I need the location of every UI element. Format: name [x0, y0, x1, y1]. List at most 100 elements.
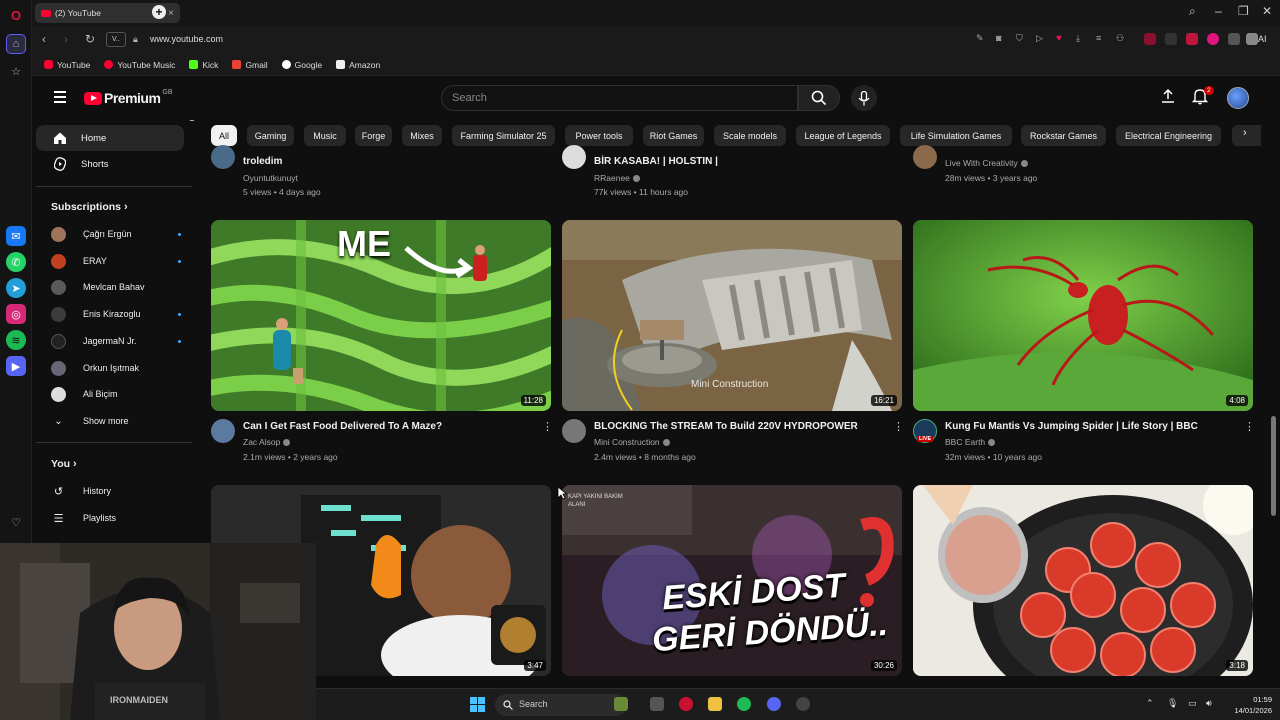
video-title[interactable]: Kung Fu Mantis Vs Jumping Spider | Life … [945, 421, 1198, 432]
chip[interactable]: Rockstar Games [1021, 125, 1106, 146]
scrollbar-thumb[interactable] [1271, 416, 1276, 516]
messenger-icon[interactable]: ✉ [6, 226, 26, 246]
task-view-icon[interactable] [650, 697, 664, 711]
volume-icon[interactable]: 🔊︎ [1206, 698, 1212, 709]
subscription-item[interactable]: Ali Biçim [51, 384, 181, 404]
new-tab-button[interactable]: + [152, 5, 166, 19]
show-more-button[interactable]: ⌄ Show more [51, 411, 181, 431]
chip[interactable]: Gaming [247, 125, 294, 146]
back-icon[interactable]: ‹ [42, 32, 46, 46]
star-icon[interactable]: ☆ [6, 61, 26, 81]
youtube-premium-logo[interactable]: Premium GB [84, 89, 173, 106]
subscription-item[interactable]: Çağrı Ergün [51, 224, 181, 244]
maximize-icon[interactable]: ❐ [1238, 4, 1249, 18]
extension-icon[interactable] [1228, 33, 1240, 45]
chip[interactable]: Electrical Engineering [1116, 125, 1221, 146]
heart-icon[interactable]: ♡ [6, 512, 26, 532]
you-heading[interactable]: You › [51, 458, 77, 470]
close-tab-icon[interactable]: × [168, 8, 174, 19]
video-thumbnail[interactable]: Mini Construction 16:21 [562, 220, 902, 411]
channel-avatar[interactable] [562, 145, 586, 169]
bookmark-google[interactable]: Google [281, 60, 322, 70]
download-icon[interactable]: ⤓ [1076, 33, 1088, 45]
channel-name[interactable]: BBC Earth [945, 437, 996, 447]
subscription-item[interactable]: Mevlcan Bahav [51, 277, 181, 297]
extension-icon[interactable] [1144, 33, 1156, 45]
chip[interactable]: Life Simulation Games [900, 125, 1012, 146]
chip[interactable]: Riot Games [643, 125, 704, 146]
chip-all[interactable]: All [211, 125, 237, 146]
chip[interactable]: Music [304, 125, 346, 146]
voice-search-button[interactable] [851, 85, 877, 111]
more-options-icon[interactable]: ⋮ [1244, 420, 1255, 433]
sidebar-item-playlists[interactable]: ☰ Playlists [51, 508, 181, 528]
video-thumbnail[interactable]: 4:08 [913, 220, 1253, 411]
telegram-icon[interactable]: ➤ [6, 278, 26, 298]
extension-icon[interactable] [1186, 33, 1198, 45]
discord-icon[interactable] [767, 697, 781, 711]
chip[interactable]: Scale models [714, 125, 786, 146]
video-title[interactable]: BLOCKING The STREAM To Build 220V HYDROP… [594, 421, 858, 432]
reload-icon[interactable]: ↻ [85, 32, 95, 46]
tray-chevron-up-icon[interactable]: ⌃ [1146, 698, 1154, 709]
file-explorer-icon[interactable] [708, 697, 722, 711]
search-input[interactable]: Search [441, 85, 798, 111]
extension-icon[interactable] [1207, 33, 1219, 45]
microphone-icon[interactable]: 🎙︎ [1167, 698, 1178, 709]
video-thumbnail[interactable]: KAPI YAKINI BAKIM ALANI ESKİ DOST GERİ D… [562, 485, 902, 676]
opera-gx-icon[interactable] [679, 697, 693, 711]
chip[interactable]: Power tools [565, 125, 633, 146]
page-scrollbar[interactable] [1271, 120, 1276, 688]
menu-icon[interactable] [54, 91, 66, 106]
video-title[interactable]: BİR KASABA! | HOLSTIN | [594, 156, 718, 167]
more-options-icon[interactable]: ⋮ [893, 420, 904, 433]
list-icon[interactable]: ≡ [1096, 33, 1108, 45]
channel-avatar[interactable] [211, 145, 235, 169]
lock-icon[interactable]: 🔒︎ [133, 34, 138, 45]
search-button[interactable] [798, 85, 840, 111]
bookmark-youtube[interactable]: YouTube [44, 60, 90, 70]
sidebar-item-history[interactable]: ↺ History [51, 481, 181, 501]
bookmark-amazon[interactable]: Amazon [336, 60, 380, 70]
taskbar-app-icon[interactable] [614, 697, 628, 711]
profile-icon[interactable]: ⚇ [1116, 33, 1128, 45]
channel-name[interactable]: Live With Creativity [945, 158, 1028, 168]
ai-button[interactable]: AI [1258, 34, 1267, 44]
video-title[interactable]: Can I Get Fast Food Delivered To A Maze? [243, 421, 442, 432]
sidebar-item-shorts[interactable]: Shorts [36, 151, 184, 177]
upload-icon[interactable] [1160, 88, 1176, 104]
subscriptions-heading[interactable]: Subscriptions › [51, 201, 128, 213]
search-tabs-icon[interactable]: ⌕ [1189, 4, 1196, 19]
video-title[interactable]: troledim [243, 156, 282, 167]
bookmark-kick[interactable]: Kick [189, 60, 218, 70]
home-icon[interactable]: ⌂ [6, 34, 26, 54]
taskbar-search[interactable]: Search [495, 694, 627, 716]
edit-icon[interactable]: ✎ [976, 33, 988, 45]
bookmark-gmail[interactable]: Gmail [232, 60, 268, 70]
subscription-item[interactable]: Orkun Işıtmak [51, 358, 181, 378]
player-icon[interactable]: ▶ [6, 356, 26, 376]
steam-icon[interactable] [796, 697, 810, 711]
account-avatar[interactable] [1227, 87, 1249, 109]
vpn-badge[interactable]: V.. [106, 32, 126, 47]
channel-name[interactable]: Oyuntutkunuyt [243, 173, 298, 183]
taskbar-clock[interactable]: 01:59 14/01/2026 [1234, 694, 1272, 716]
video-thumbnail[interactable]: 3:18 [913, 485, 1253, 676]
whatsapp-icon[interactable]: ✆ [6, 252, 26, 272]
close-window-icon[interactable]: ✕ [1262, 4, 1272, 18]
video-thumbnail[interactable]: ME 11:28 [211, 220, 551, 411]
camera-icon[interactable]: ◙ [996, 33, 1008, 45]
extension-icon[interactable] [1165, 33, 1177, 45]
sidebar-item-home[interactable]: Home [36, 125, 184, 151]
shield-icon[interactable]: ⛉ [1016, 33, 1028, 45]
url-field[interactable]: www.youtube.com [150, 34, 223, 44]
chip[interactable]: Forge [355, 125, 392, 146]
chevron-right-icon[interactable]: › [1243, 127, 1247, 139]
instagram-icon[interactable]: ◎ [6, 304, 26, 324]
subscription-item[interactable]: ERAY [51, 251, 181, 271]
heart-icon[interactable]: ♥ [1056, 33, 1068, 45]
more-options-icon[interactable]: ⋮ [542, 420, 553, 433]
channel-name[interactable]: Mini Construction [594, 437, 670, 447]
channel-avatar[interactable] [562, 419, 586, 443]
channel-name[interactable]: Zac Alsop [243, 437, 291, 447]
